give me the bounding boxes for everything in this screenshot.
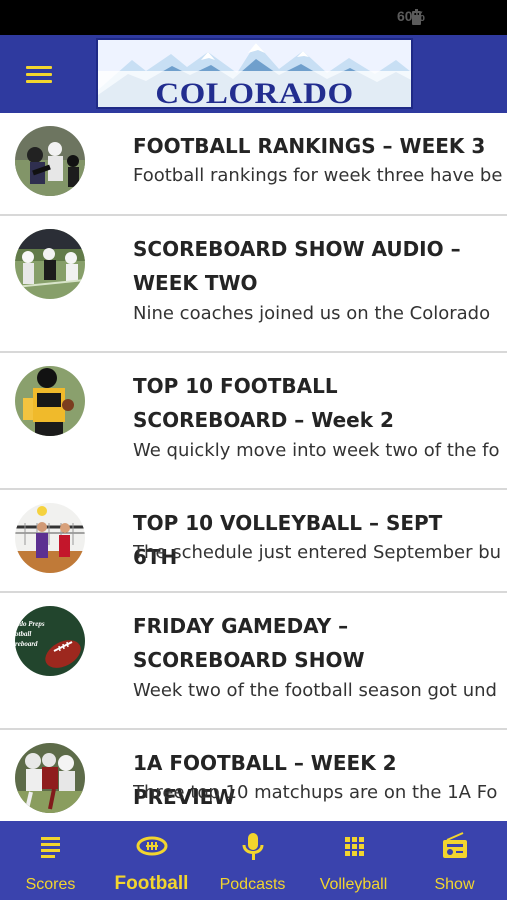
nav-football[interactable]: Football: [101, 821, 202, 900]
thumbnail-text-line-2: otball: [15, 630, 31, 638]
top-10-football-thumbnail: [15, 366, 85, 436]
volleyball-thumbnail: [15, 503, 85, 573]
article-excerpt: Nine coaches joined us on the Colorado: [133, 303, 491, 324]
article-feed[interactable]: FOOTBALL RANKINGS – WEEK 3 Football rank…: [0, 113, 507, 821]
football-players-icon: [15, 126, 85, 196]
article-excerpt: Three top 10 matchups are on the 1A Fo: [133, 782, 498, 803]
article-row-scoreboard-show-audio[interactable]: SCOREBOARD SHOW AUDIO – WEEK TWO Nine co…: [0, 216, 507, 353]
article-title: SCOREBOARD SHOW AUDIO – WEEK TWO: [133, 237, 461, 295]
article-row-top-10-volleyball[interactable]: TOP 10 VOLLEYBALL – SEPT 6TH The schedul…: [0, 490, 507, 593]
battery-icon: [412, 9, 421, 25]
nav-label: Podcasts: [219, 876, 286, 893]
football-team-icon: [15, 743, 85, 813]
football-logo-icon: ado Preps otball reboard: [15, 606, 85, 676]
nav-label: Scores: [25, 876, 76, 893]
nav-label: Volleyball: [319, 876, 388, 893]
article-row-friday-gameday[interactable]: ado Preps otball reboard FRIDAY GAMEDAY …: [0, 593, 507, 730]
logo-title: COLORADO PREPS: [155, 77, 354, 109]
nav-show[interactable]: Show: [404, 821, 505, 900]
scoreboard-audio-thumbnail: [15, 229, 85, 299]
football-field-icon: [15, 229, 85, 299]
thumbnail-text-line-1: ado Preps: [16, 620, 45, 628]
article-excerpt: Football rankings for week three have be: [133, 165, 503, 186]
football-rankings-thumbnail: [15, 126, 85, 196]
colorado-preps-logo[interactable]: COLORADO PREPS: [96, 38, 413, 109]
hamburger-menu-icon[interactable]: [22, 60, 58, 88]
list-icon: [40, 837, 60, 858]
1a-football-thumbnail: [15, 743, 85, 813]
article-excerpt: We quickly move into week two of the fo: [133, 440, 500, 461]
article-excerpt: The schedule just entered September bu: [133, 542, 502, 563]
article-row-football-rankings-week-3[interactable]: FOOTBALL RANKINGS – WEEK 3 Football rank…: [0, 113, 507, 216]
scoreboard-show-thumbnail: ado Preps otball reboard: [15, 606, 85, 676]
article-title: FRIDAY GAMEDAY – SCOREBOARD SHOW: [133, 614, 365, 672]
football-player-icon: [15, 366, 85, 436]
app-bar: COLORADO PREPS: [0, 35, 507, 113]
radio-icon: [442, 832, 467, 858]
thumbnail-text-line-3: reboard: [15, 640, 38, 648]
status-bar: 60%: [0, 0, 507, 35]
article-excerpt: Week two of the football season got und: [133, 680, 497, 701]
nav-volleyball[interactable]: Volleyball: [303, 821, 404, 900]
nav-scores[interactable]: Scores: [0, 821, 101, 900]
football-icon: [136, 836, 167, 856]
article-title: FOOTBALL RANKINGS – WEEK 3: [133, 134, 486, 158]
bottom-navigation: Scores Football Podcasts Volleyball Show: [0, 821, 507, 900]
nav-label: Football: [114, 873, 189, 894]
nav-label: Show: [434, 876, 475, 893]
article-row-top-10-football-scoreboard[interactable]: TOP 10 FOOTBALL SCOREBOARD – Week 2 We q…: [0, 353, 507, 490]
microphone-icon: [242, 833, 263, 860]
grid-icon: [344, 837, 364, 856]
article-title: TOP 10 FOOTBALL SCOREBOARD – Week 2: [133, 374, 394, 432]
article-row-1a-football-preview[interactable]: 1A FOOTBALL – WEEK 2 PREVIEW Three top 1…: [0, 730, 507, 821]
volleyball-net-icon: [15, 503, 85, 573]
nav-podcasts[interactable]: Podcasts: [202, 821, 303, 900]
